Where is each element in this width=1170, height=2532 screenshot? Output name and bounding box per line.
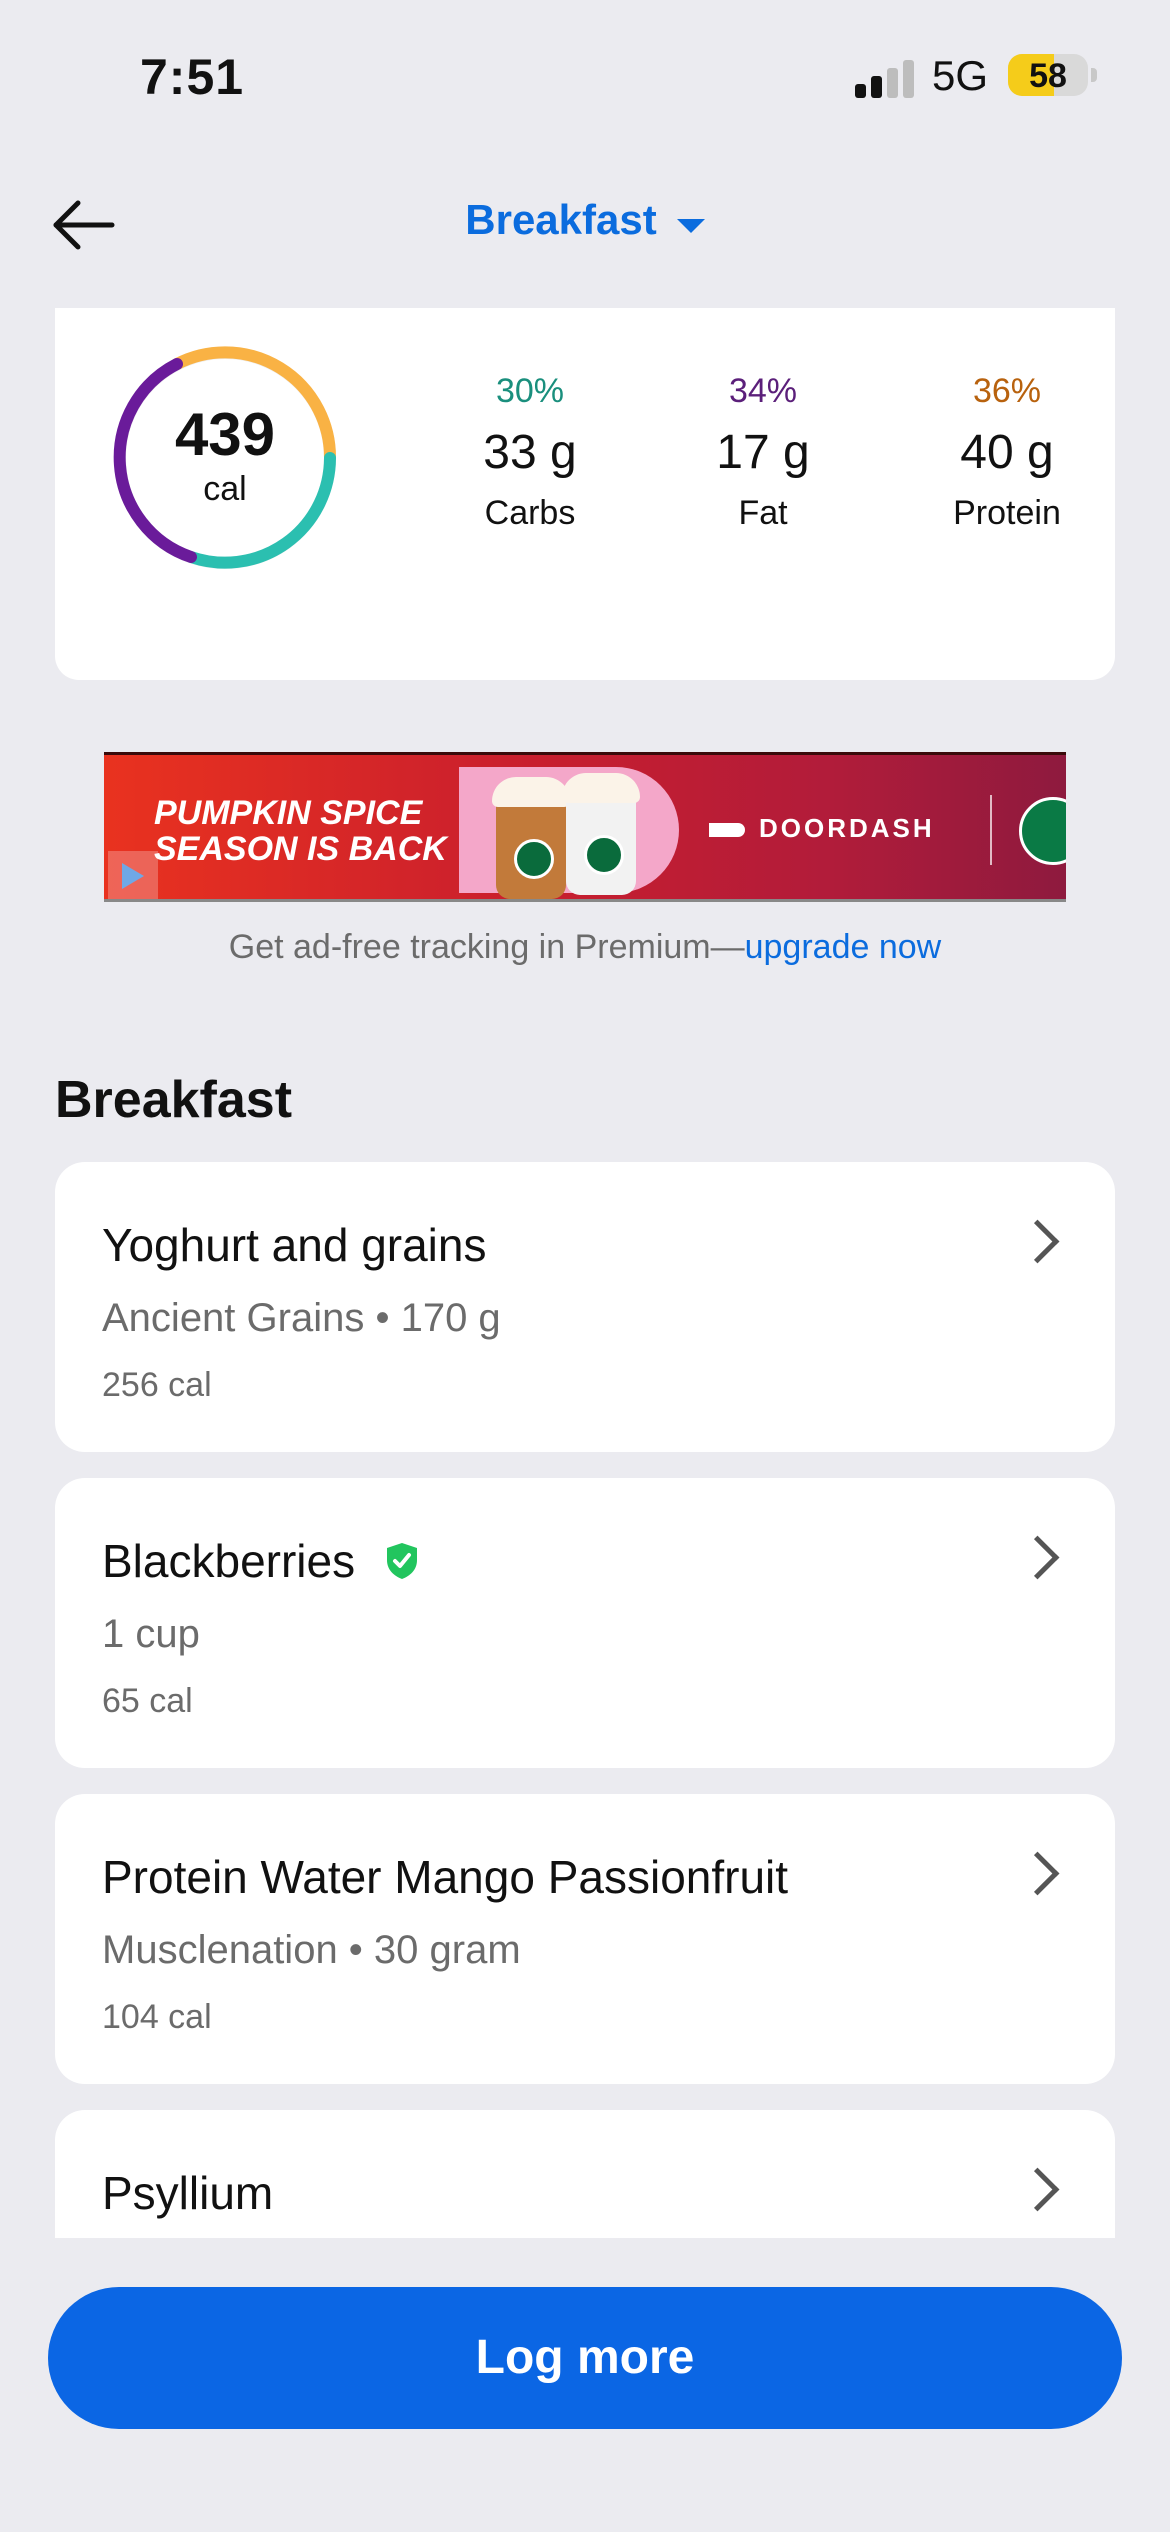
food-calories: 104 cal [102,1998,212,2036]
status-bar: 7:51 5G 58 [0,0,1170,150]
premium-upsell-text: Get ad-free tracking in Premium— [228,928,745,966]
network-type: 5G [932,52,989,99]
food-item[interactable]: Blackberries 1 cup 65 cal [55,1478,1115,1768]
starbucks-logo-icon [1019,797,1066,865]
food-detail: Musclenation • 30 gram [102,1928,521,1972]
food-name: Psyllium [102,2167,274,2219]
food-name: Protein Water Mango Passionfruit [102,1851,789,1903]
macro-protein: 36% 40 g Protein [907,372,1107,533]
ad-headline: PUMPKIN SPICE SEASON IS BACK [154,795,447,867]
ad-divider [990,795,992,865]
food-name-row: Blackberries [102,1534,419,1588]
verified-shield-icon [387,1542,418,1579]
premium-upsell: Get ad-free tracking in Premium—upgrade … [0,928,1170,967]
ad-choices-icon[interactable] [108,851,158,899]
section-title: Breakfast [55,1071,293,1129]
food-name: Blackberries [102,1535,356,1587]
macro-carbs-label: Carbs [484,494,576,532]
macro-fat: 34% 17 g Fat [663,372,863,533]
chevron-right-icon [1015,2167,1060,2212]
total-calories: 439 [174,401,276,468]
chevron-right-icon [1015,1219,1060,1264]
macro-protein-grams: 40 g [960,426,1054,479]
food-item[interactable]: Protein Water Mango Passionfruit Musclen… [55,1794,1115,2084]
macro-protein-percent: 36% [972,372,1042,410]
macro-fat-percent: 34% [728,372,798,410]
nutrition-summary-card: 439 cal 30% 33 g Carbs 34% 17 g Fat 36% … [55,308,1115,680]
food-calories: 256 cal [102,1366,212,1404]
battery-tip [1091,68,1097,82]
caret-down-icon [676,218,705,233]
coffee-cup-image [562,773,640,895]
calories-unit: cal [203,470,247,508]
ad-banner[interactable]: PUMPKIN SPICE SEASON IS BACK DOORDASH [104,752,1066,902]
chevron-right-icon [1015,1851,1060,1896]
macro-carbs: 30% 33 g Carbs [430,372,630,533]
doordash-logo: DOORDASH [709,813,935,844]
macro-fat-grams: 17 g [716,426,810,479]
food-name: Yoghurt and grains [102,1219,487,1271]
upgrade-now-link[interactable]: upgrade now [745,928,942,966]
macro-fat-label: Fat [738,494,788,532]
food-list: Yoghurt and grains Ancient Grains • 170 … [55,1162,1115,2238]
macro-carbs-grams: 33 g [483,426,577,479]
meal-selector[interactable]: Breakfast [0,196,1170,244]
log-more-button[interactable]: Log more [48,2287,1122,2429]
battery-icon: 58 [1008,54,1088,96]
food-detail: 1 cup [102,1612,200,1656]
cellular-signal-icon [855,58,915,98]
food-detail: Ancient Grains • 170 g [102,1296,501,1340]
meal-selector-label: Breakfast [465,196,657,243]
ad-headline-line2: SEASON IS BACK [154,830,447,868]
chevron-right-icon [1015,1535,1060,1580]
battery-level: 58 [1029,57,1067,95]
macro-protein-label: Protein [953,494,1061,532]
food-item[interactable]: Psyllium [55,2110,1115,2238]
status-time: 7:51 [140,49,245,105]
macro-carbs-percent: 30% [495,372,565,410]
coffee-cup-image [492,777,570,899]
ad-headline-line1: PUMPKIN SPICE [154,794,423,832]
food-calories: 65 cal [102,1682,193,1720]
food-item[interactable]: Yoghurt and grains Ancient Grains • 170 … [55,1162,1115,1452]
